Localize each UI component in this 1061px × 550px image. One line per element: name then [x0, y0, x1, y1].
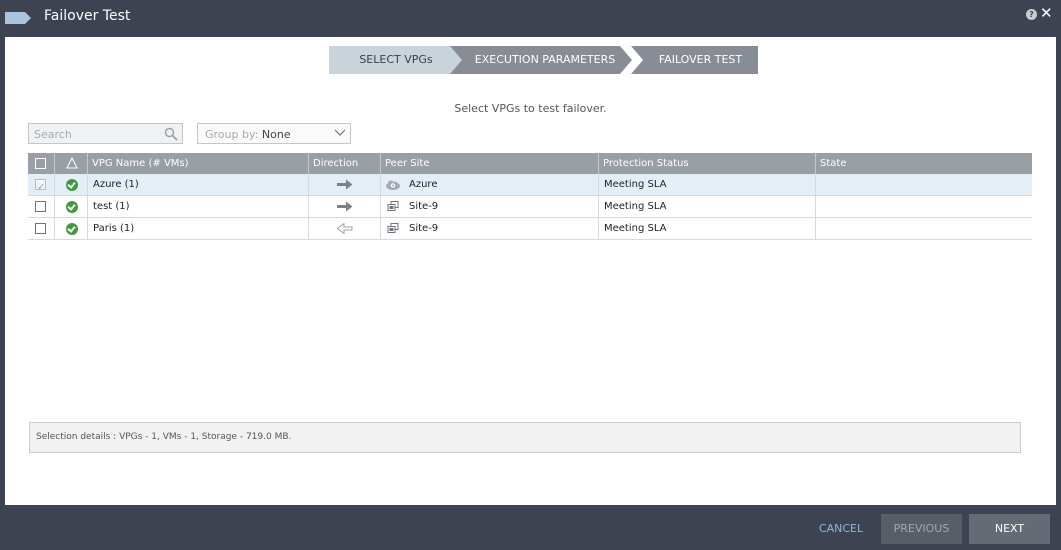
chevron-down-icon[interactable]: [334, 128, 346, 138]
peer-site-cell: Site-9: [381, 196, 599, 217]
column-header-peer-site[interactable]: Peer Site: [381, 153, 599, 174]
state-cell: [816, 218, 1032, 239]
select-all-checkbox[interactable]: [35, 158, 46, 169]
protection-status: Meeting SLA: [599, 174, 816, 195]
help-icon[interactable]: ?: [1026, 9, 1037, 20]
vpg-table: VPG Name (# VMs) Direction Peer Site Pro…: [28, 153, 1032, 240]
search-placeholder: Search: [34, 128, 72, 141]
incoming-arrow-icon: [337, 223, 353, 234]
vpg-name: Paris (1): [88, 218, 309, 239]
row-checkbox[interactable]: ✓: [35, 179, 46, 193]
wizard-steps: SELECT VPGs EXECUTION PARAMETERS FAILOVE…: [329, 46, 759, 74]
cloud-icon: [386, 180, 400, 190]
row-select-cell: [28, 218, 55, 239]
row-status-cell: [55, 174, 88, 195]
column-header-vpg-name[interactable]: VPG Name (# VMs): [88, 153, 309, 174]
column-header-protection-status[interactable]: Protection Status: [599, 153, 816, 174]
close-icon[interactable]: ✕: [1040, 5, 1053, 21]
column-header-direction[interactable]: Direction: [309, 153, 381, 174]
search-icon[interactable]: [164, 127, 178, 141]
step-select-vpgs[interactable]: SELECT VPGs: [329, 46, 463, 74]
state-cell: [816, 174, 1032, 195]
row-checkbox[interactable]: [35, 201, 46, 212]
state-cell: [816, 196, 1032, 217]
step-label: FAILOVER TEST: [658, 53, 743, 66]
peer-site-name: Site-9: [409, 201, 439, 212]
cancel-button[interactable]: CANCEL: [808, 514, 874, 544]
instruction-text: Select VPGs to test failover.: [454, 102, 607, 115]
alert-triangle-icon: [66, 157, 78, 169]
previous-button[interactable]: PREVIOUS: [881, 514, 962, 544]
row-status-cell: [55, 218, 88, 239]
row-status-cell: [55, 196, 88, 217]
window-title: Failover Test: [44, 8, 131, 24]
direction-cell: [309, 218, 381, 239]
peer-site-cell: Azure: [381, 174, 599, 195]
group-by-label: Group by: None: [205, 128, 291, 141]
outgoing-arrow-icon: [337, 179, 353, 190]
outgoing-arrow-icon: [337, 201, 353, 212]
peer-site-name: Site-9: [409, 223, 439, 234]
row-select-cell: ✓: [28, 174, 55, 195]
next-button[interactable]: NEXT: [969, 514, 1050, 544]
peer-site-name: Azure: [409, 179, 438, 190]
tag-logo-icon: [5, 12, 31, 24]
step-label: EXECUTION PARAMETERS: [474, 53, 616, 66]
alert-column-header[interactable]: [55, 153, 88, 174]
check-circle-icon: [66, 223, 78, 235]
site-icon: [387, 201, 399, 211]
table-row[interactable]: Paris (1) Site-9 Meeting SLA: [28, 218, 1032, 240]
peer-site-cell: Site-9: [381, 218, 599, 239]
vpg-name: Azure (1): [88, 174, 309, 195]
direction-cell: [309, 196, 381, 217]
group-by-select[interactable]: Group by: None: [197, 123, 351, 144]
direction-cell: [309, 174, 381, 195]
check-circle-icon: [66, 179, 78, 191]
group-by-value: None: [261, 128, 291, 141]
protection-status: Meeting SLA: [599, 218, 816, 239]
step-failover-test[interactable]: FAILOVER TEST: [631, 46, 758, 74]
group-by-prefix: Group by:: [205, 128, 262, 141]
step-execution-parameters[interactable]: EXECUTION PARAMETERS: [450, 46, 632, 74]
row-checkbox[interactable]: [35, 223, 46, 234]
title-bar: Failover Test ? ✕: [0, 0, 1061, 36]
site-icon: [387, 223, 399, 233]
checkmark-icon: ✓: [37, 182, 46, 193]
check-circle-icon: [66, 201, 78, 213]
selection-details: Selection details : VPGs - 1, VMs - 1, S…: [29, 422, 1021, 453]
table-row[interactable]: test (1) Site-9 Meeting SLA: [28, 196, 1032, 218]
table-header: VPG Name (# VMs) Direction Peer Site Pro…: [28, 153, 1032, 174]
select-all-header: [28, 153, 55, 174]
table-row[interactable]: ✓ Azure (1) Azure Meeting SLA: [28, 174, 1032, 196]
vpg-name: test (1): [88, 196, 309, 217]
step-label: SELECT VPGs: [359, 53, 433, 66]
row-select-cell: [28, 196, 55, 217]
protection-status: Meeting SLA: [599, 196, 816, 217]
search-input[interactable]: Search: [28, 123, 183, 144]
column-header-state[interactable]: State: [816, 153, 1032, 174]
